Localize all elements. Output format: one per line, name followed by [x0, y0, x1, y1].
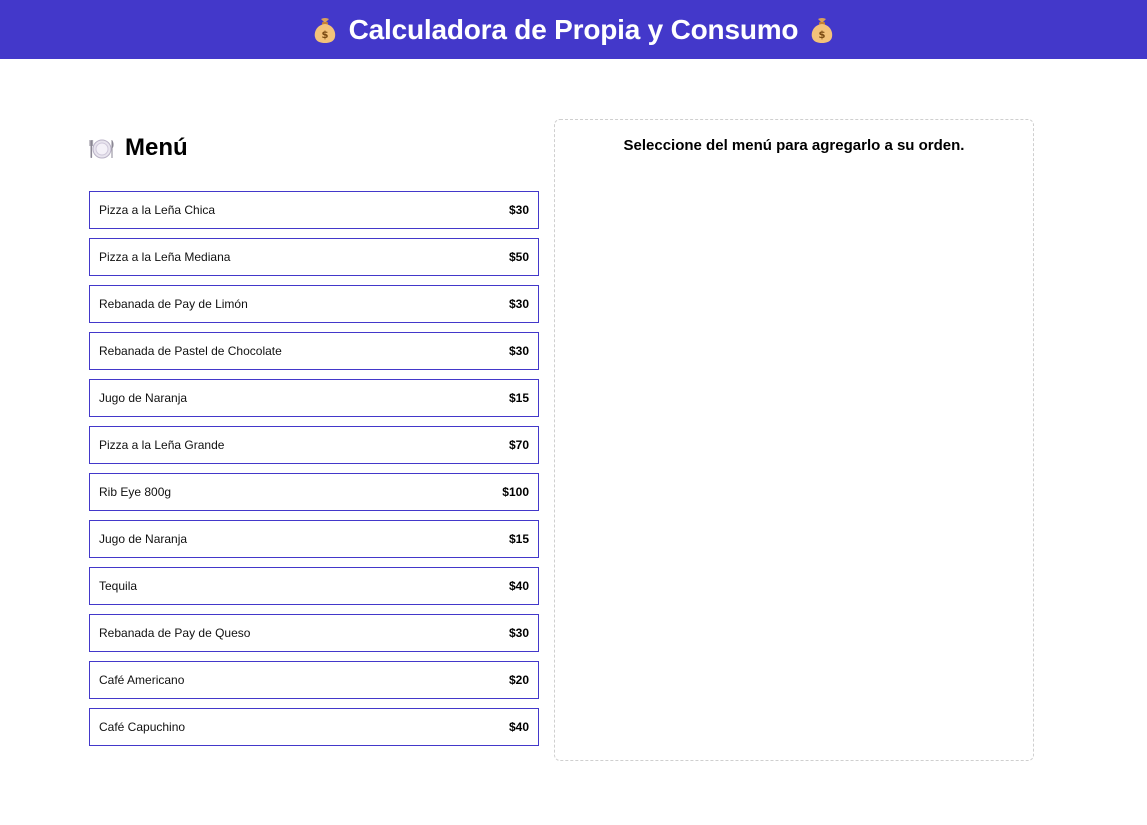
svg-text:$: $	[321, 30, 328, 41]
menu-item-name: Pizza a la Leña Chica	[99, 203, 216, 217]
menu-item-price: $30	[508, 626, 529, 640]
money-bag-icon: $	[810, 16, 834, 44]
menu-section: Menú Pizza a la Leña Chica $30 Pizza a la …	[89, 130, 539, 746]
menu-list: Pizza a la Leña Chica $30 Pizza a la Leña …	[89, 191, 539, 755]
menu-item-name: Pizza a la Leña Mediana	[99, 250, 231, 264]
menu-item[interactable]: Jugo de Naranja $15	[89, 379, 539, 417]
menu-item[interactable]: Jugo de Naranja $15	[89, 520, 539, 558]
app-title: Calculadora de Propia y Consumo	[348, 13, 799, 45]
menu-item-price: $70	[508, 438, 529, 452]
menu-item-name: Rib Eye 800g	[99, 485, 172, 499]
menu-item[interactable]: Pizza a la Leña Grande $70	[89, 426, 539, 464]
header-content: $ Calculadora de Propia y Consumo $	[313, 14, 835, 46]
menu-item-price: $100	[502, 485, 529, 499]
money-bag-icon: $	[313, 16, 337, 44]
menu-item-name: Rebanada de Pay de Limón	[99, 297, 248, 311]
menu-item[interactable]: Pizza a la Leña Mediana $50	[89, 238, 539, 276]
menu-title: Menú	[125, 134, 188, 161]
app-header: $ Calculadora de Propia y Consumo $	[0, 0, 1147, 59]
menu-item-price: $40	[508, 720, 529, 734]
menu-item[interactable]: Rib Eye 800g $100	[89, 473, 539, 511]
menu-item-price: $50	[508, 250, 529, 264]
menu-heading: Menú	[89, 130, 539, 166]
menu-item[interactable]: Rebanada de Pay de Limón $30	[89, 285, 539, 323]
svg-text:$: $	[819, 30, 826, 41]
menu-item[interactable]: Rebanada de Pastel de Chocolate $30	[89, 332, 539, 370]
menu-item-name: Rebanada de Pastel de Chocolate	[99, 344, 282, 358]
menu-item-price: $20	[508, 673, 529, 687]
menu-item-price: $15	[508, 532, 529, 546]
menu-item-name: Café Capuchino	[99, 720, 186, 734]
menu-item[interactable]: Café Capuchino $40	[89, 708, 539, 746]
menu-item-price: $30	[508, 344, 529, 358]
menu-item-name: Jugo de Naranja	[99, 532, 188, 546]
menu-item-name: Café Americano	[99, 673, 185, 687]
menu-item[interactable]: Café Americano $20	[89, 661, 539, 699]
menu-item-price: $30	[508, 203, 529, 217]
menu-item-price: $30	[508, 297, 529, 311]
menu-item-price: $40	[508, 579, 529, 593]
menu-item-name: Pizza a la Leña Grande	[99, 438, 225, 452]
menu-item-name: Jugo de Naranja	[99, 391, 188, 405]
menu-item[interactable]: Pizza a la Leña Chica $30	[89, 191, 539, 229]
menu-item-price: $15	[508, 391, 529, 405]
plate-cutlery-icon	[89, 135, 115, 161]
menu-item-name: Tequila	[99, 579, 138, 593]
menu-item[interactable]: Rebanada de Pay de Queso $30	[89, 614, 539, 652]
order-panel: Seleccione del menú para agregarlo a su …	[554, 119, 1034, 761]
menu-item[interactable]: Tequila $40	[89, 567, 539, 605]
menu-item-name: Rebanada de Pay de Queso	[99, 626, 251, 640]
order-empty-message: Seleccione del menú para agregarlo a su …	[623, 137, 965, 154]
